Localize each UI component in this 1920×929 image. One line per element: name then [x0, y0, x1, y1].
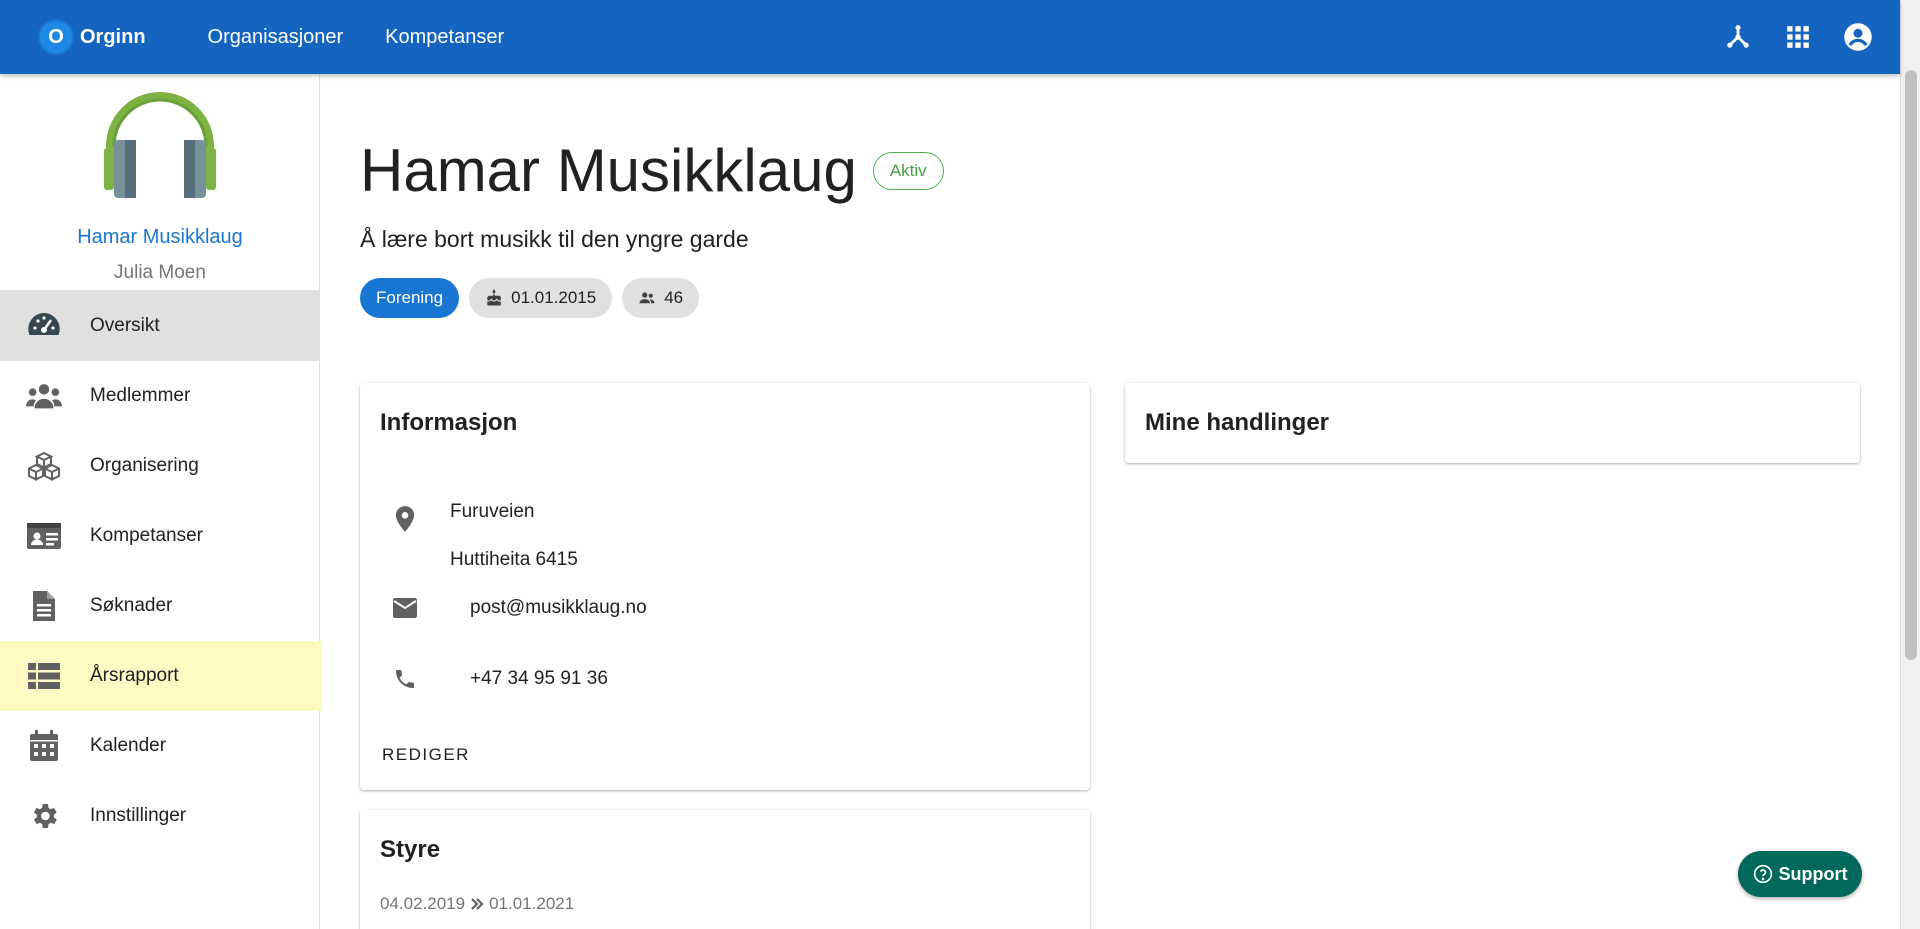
sidebar-org-name[interactable]: Hamar Musikklaug: [0, 226, 320, 249]
sidebar-item-innstillinger[interactable]: Innstillinger: [0, 781, 319, 851]
sidebar-item-soknader[interactable]: Søknader: [0, 571, 319, 641]
sidebar-item-label: Årsrapport: [90, 665, 179, 686]
address-row: [380, 505, 430, 533]
phone-icon: [380, 667, 430, 691]
sidebar-item-arsrapport[interactable]: Årsrapport: [0, 641, 322, 711]
brand-logo[interactable]: O Orginn: [40, 21, 146, 53]
document-icon: [26, 588, 62, 624]
sidebar-item-kalender[interactable]: Kalender: [0, 711, 319, 781]
page-title: Hamar Musikklaug: [360, 137, 857, 204]
edit-button[interactable]: REDIGER: [382, 745, 470, 765]
sidebar-item-kompetanser[interactable]: Kompetanser: [0, 501, 319, 571]
title-row: Hamar Musikklaug Aktiv: [360, 136, 944, 205]
account-circle-icon[interactable]: [1840, 19, 1876, 55]
info-card: Informasjon Furuveien Huttiheita 6415 po…: [360, 383, 1090, 790]
info-card-title: Informasjon: [380, 409, 518, 436]
sidebar-item-label: Søknader: [90, 595, 173, 616]
page-scrollbar[interactable]: [1900, 0, 1920, 929]
page-subtitle: Å lære bort musikk til den yngre garde: [360, 226, 749, 252]
top-app-bar: O Orginn Organisasjoner Kompetanser: [0, 0, 1900, 74]
sidebar-item-label: Medlemmer: [90, 385, 191, 406]
double-chevron-right-icon: [469, 896, 485, 912]
board-period: 04.02.2019 01.01.2021: [380, 894, 574, 914]
sidebar-user-name: Julia Moen: [114, 262, 206, 283]
gear-icon: [26, 798, 62, 834]
dashboard-gauge-icon: [26, 308, 62, 344]
top-icons: [1696, 0, 1876, 74]
actions-card-title: Mine handlinger: [1145, 409, 1330, 436]
status-badge: Aktiv: [872, 151, 944, 190]
cubes-icon: [26, 448, 62, 484]
people-icon: [638, 289, 656, 307]
type-chip-label: Forening: [376, 288, 444, 307]
top-nav: Organisasjoner Kompetanser: [208, 26, 547, 49]
address-lines: Furuveien Huttiheita 6415: [450, 488, 578, 584]
brand-name: Orginn: [80, 25, 146, 48]
phone-row: +47 34 95 91 36: [380, 667, 608, 691]
location-pin-icon: [380, 505, 430, 533]
board-card-title: Styre: [380, 836, 441, 863]
sidebar: Hamar Musikklaug Julia Moen Oversikt Med…: [0, 74, 322, 929]
members-chip: 46: [622, 278, 700, 318]
topnav-kompetanser[interactable]: Kompetanser: [385, 26, 504, 49]
board-card: Styre 04.02.2019 01.01.2021: [360, 810, 1090, 929]
address-city: Huttiheita 6415: [450, 549, 578, 570]
founded-date: 01.01.2015: [511, 288, 597, 307]
hierarchy-icon[interactable]: [1720, 19, 1756, 55]
sidebar-item-label: Organisering: [90, 455, 199, 476]
calendar-icon: [26, 728, 62, 764]
apps-grid-icon[interactable]: [1780, 19, 1816, 55]
founded-chip: 01.01.2015: [469, 278, 613, 318]
scrollbar-thumb[interactable]: [1905, 70, 1917, 660]
board-date-to: 01.01.2021: [489, 894, 575, 913]
sidebar-item-label: Kompetanser: [90, 525, 204, 546]
actions-card: Mine handlinger: [1125, 383, 1860, 463]
phone-number[interactable]: +47 34 95 91 36: [470, 668, 608, 690]
email-row: post@musikklaug.no: [380, 597, 647, 619]
topnav-organisasjoner[interactable]: Organisasjoner: [208, 26, 344, 49]
address-street: Furuveien: [450, 501, 535, 522]
id-card-icon: [26, 518, 62, 554]
sidebar-item-organisering[interactable]: Organisering: [0, 431, 319, 501]
sidebar-item-label: Kalender: [90, 735, 167, 756]
people-icon: [26, 378, 62, 414]
sidebar-header: Hamar Musikklaug Julia Moen: [0, 74, 319, 291]
email-icon: [380, 597, 430, 619]
sidebar-item-oversikt[interactable]: Oversikt: [0, 291, 319, 361]
type-chip[interactable]: Forening: [360, 278, 460, 318]
sidebar-item-medlemmer[interactable]: Medlemmer: [0, 361, 319, 431]
support-button[interactable]: Support: [1738, 851, 1862, 897]
email-link[interactable]: post@musikklaug.no: [470, 597, 647, 619]
board-date-from: 04.02.2019: [380, 894, 466, 913]
headphones-icon: [100, 86, 220, 206]
cake-icon: [485, 289, 503, 307]
help-circle-icon: [1753, 864, 1773, 884]
brand-logo-icon: O: [40, 21, 72, 53]
sidebar-item-label: Oversikt: [90, 315, 160, 336]
members-count: 46: [664, 288, 684, 307]
support-label: Support: [1778, 863, 1848, 884]
sidebar-item-label: Innstillinger: [90, 805, 187, 826]
list-icon: [26, 658, 62, 694]
info-chips: Forening 01.01.2015 46: [360, 278, 709, 318]
